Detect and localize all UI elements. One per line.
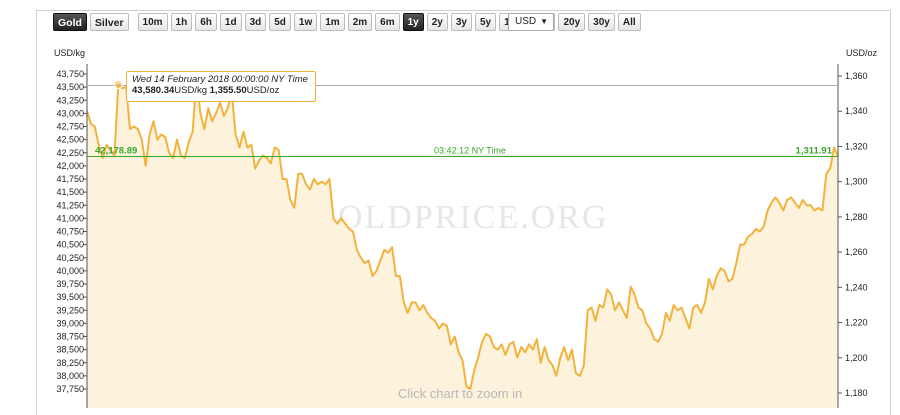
tooltip-value-kg: 43,580.34 bbox=[132, 85, 175, 96]
left-tick-label: 40,750 bbox=[56, 227, 84, 237]
right-tick-label: 1,340 bbox=[845, 106, 868, 116]
left-tick-label: 39,000 bbox=[56, 318, 84, 328]
left-tick-label: 38,500 bbox=[56, 345, 84, 355]
tooltip-unit-kg: USD/kg bbox=[174, 85, 207, 96]
left-tick-label: 37,750 bbox=[56, 384, 84, 394]
left-tick-label: 41,750 bbox=[56, 174, 84, 184]
right-tick-label: 1,320 bbox=[845, 141, 868, 151]
left-tick-label: 42,250 bbox=[56, 148, 84, 158]
right-tick-label: 1,280 bbox=[845, 212, 868, 222]
left-tick-label: 43,750 bbox=[56, 69, 84, 79]
left-tick-label: 43,000 bbox=[56, 108, 84, 118]
right-tick-label: 1,200 bbox=[845, 353, 868, 363]
left-tick-label: 43,500 bbox=[56, 82, 84, 92]
right-tick-label: 1,300 bbox=[845, 177, 868, 187]
left-tick-label: 41,500 bbox=[56, 187, 84, 197]
left-tick-label: 42,750 bbox=[56, 122, 84, 132]
left-tick-label: 38,250 bbox=[56, 358, 84, 368]
left-tick-label: 38,000 bbox=[56, 371, 84, 381]
left-tick-label: 40,250 bbox=[56, 253, 84, 263]
watermark: GOLDPRICE.ORG bbox=[311, 199, 608, 236]
right-tick-label: 1,220 bbox=[845, 318, 868, 328]
left-tick-label: 39,750 bbox=[56, 279, 84, 289]
zoom-hint: Click chart to zoom in bbox=[398, 386, 523, 401]
gold-price-chart[interactable]: GOLDPRICE.ORG 43,750 43,500 43,250 43,000 42,… bbox=[0, 0, 900, 414]
tooltip-value-oz: 1,355.50 bbox=[209, 85, 247, 96]
right-tick-label: 1,360 bbox=[845, 71, 868, 81]
current-price-left-label: 42,178.89 bbox=[95, 145, 137, 156]
right-tick-label: 1,240 bbox=[845, 282, 868, 292]
left-tick-label: 41,250 bbox=[56, 200, 84, 210]
current-time-label: 03:42:12 NY Time bbox=[434, 145, 506, 155]
tooltip-unit-oz: USD/oz bbox=[246, 85, 280, 96]
tooltip: Wed 14 February 2018 00:00:00 NY Time 43… bbox=[126, 71, 316, 102]
tooltip-values: 43,580.34USD/kg 1,355.50USD/oz bbox=[132, 85, 310, 96]
tooltip-date: Wed 14 February 2018 00:00:00 NY Time bbox=[132, 74, 308, 85]
left-tick-label: 39,500 bbox=[56, 292, 84, 302]
left-tick-label: 42,000 bbox=[56, 161, 84, 171]
left-tick-label: 42,500 bbox=[56, 135, 84, 145]
left-tick-label: 41,000 bbox=[56, 213, 84, 223]
left-tick-label: 43,250 bbox=[56, 95, 84, 105]
left-tick-label: 39,250 bbox=[56, 305, 84, 315]
left-tick-label: 38,750 bbox=[56, 332, 84, 342]
left-tick-label: 40,000 bbox=[56, 266, 84, 276]
left-tick-label: 40,500 bbox=[56, 240, 84, 250]
current-price-right-label: 1,311.91 bbox=[796, 145, 833, 156]
hover-marker bbox=[113, 80, 123, 89]
right-tick-label: 1,180 bbox=[845, 388, 868, 398]
right-tick-label: 1,260 bbox=[845, 247, 868, 257]
